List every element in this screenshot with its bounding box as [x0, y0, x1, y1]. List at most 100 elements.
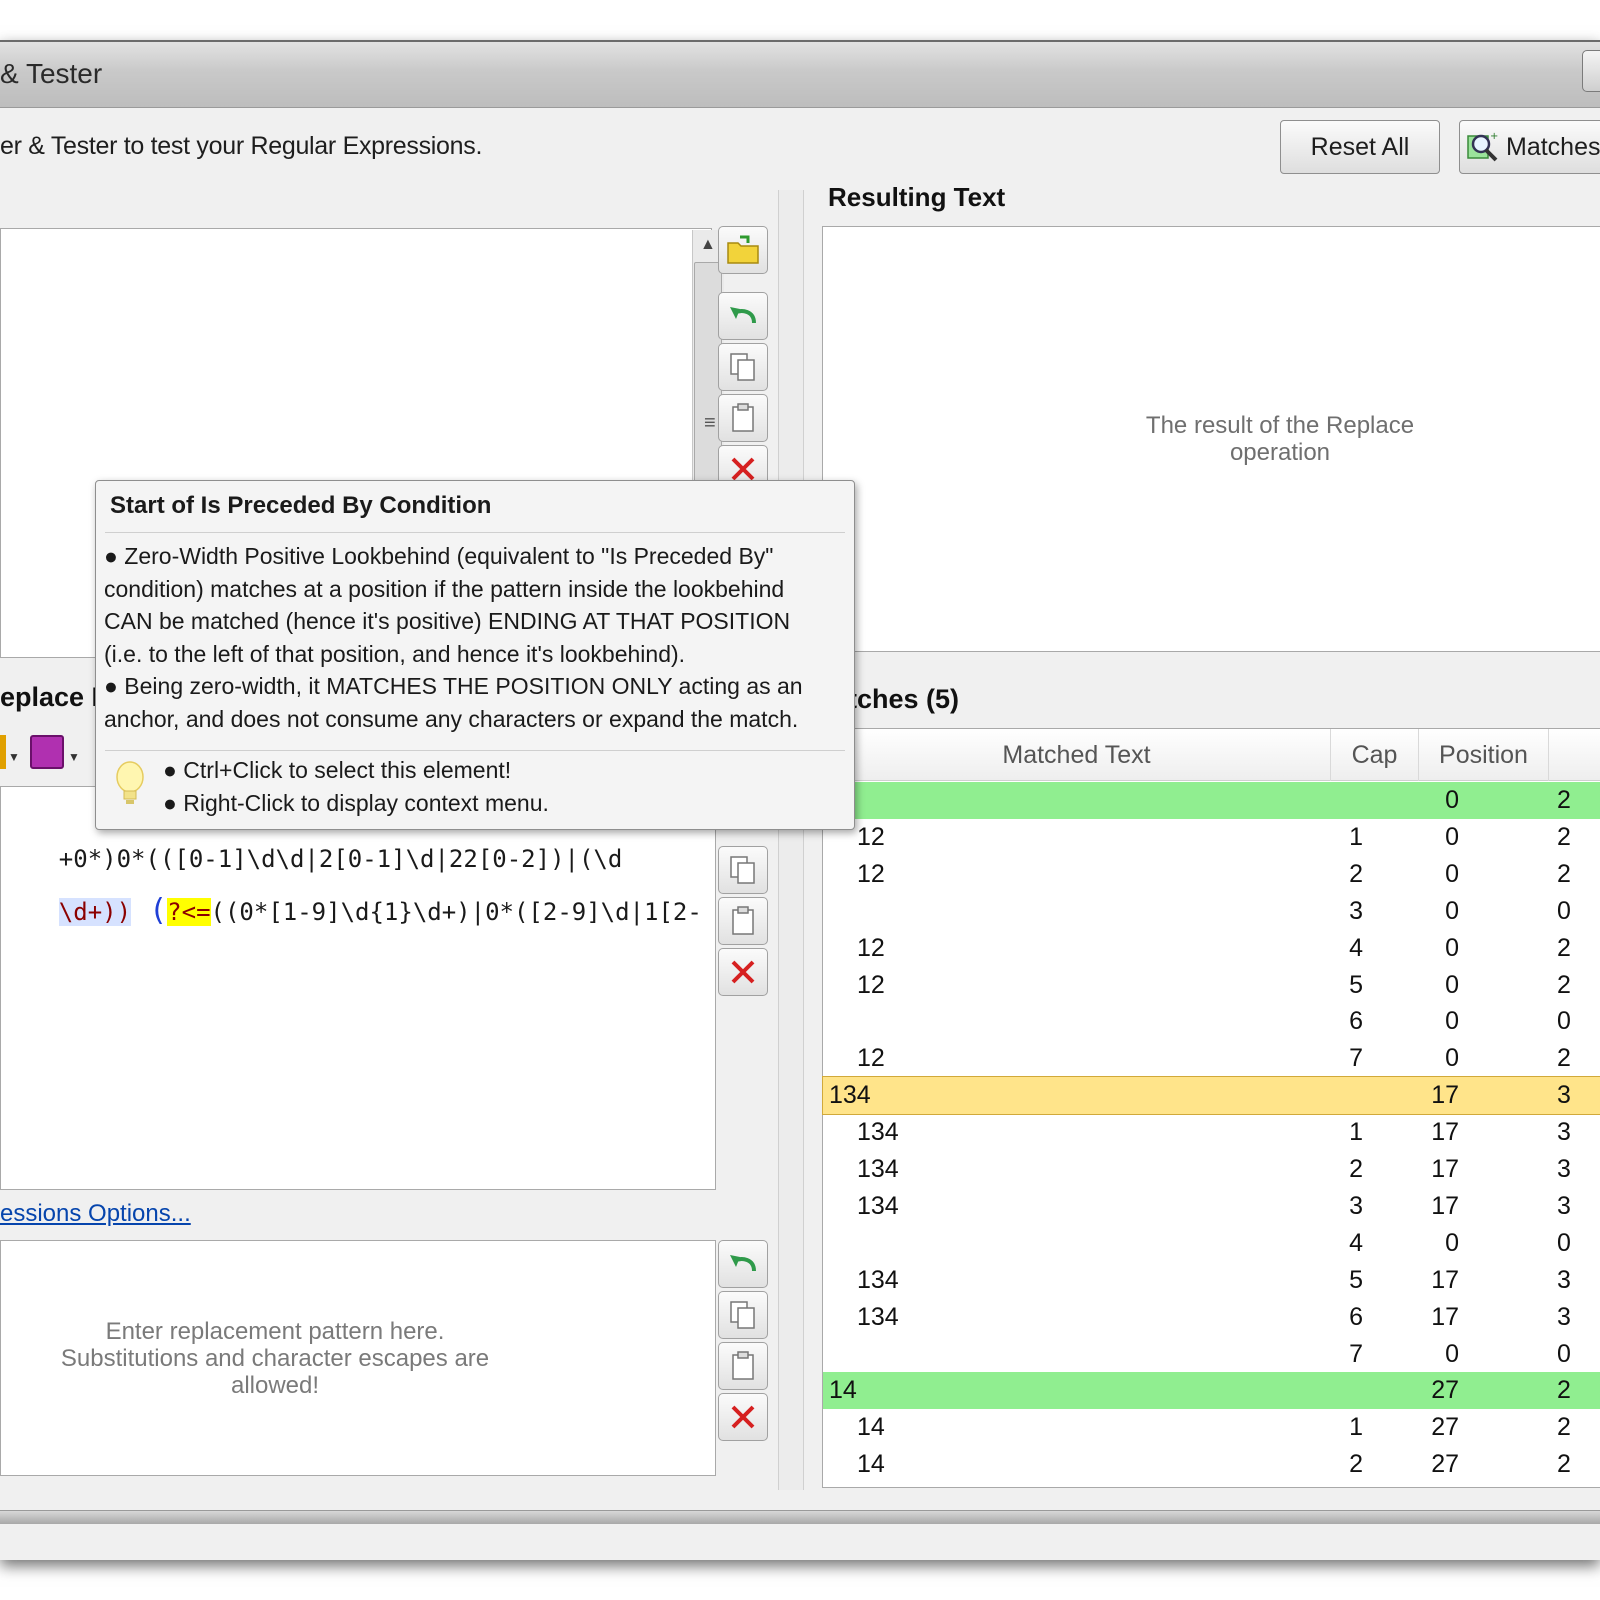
table-row[interactable]: 14 1 27 2	[823, 1409, 1600, 1446]
reset-all-button[interactable]: Reset All	[1280, 120, 1440, 174]
tooltip-tip: ● Right-Click to display context menu.	[163, 790, 549, 816]
matches-button[interactable]: + Matches	[1459, 120, 1600, 174]
cell-position: 0	[1445, 859, 1459, 888]
copy-icon	[730, 1301, 755, 1329]
cell-cap: 4	[1349, 1228, 1363, 1257]
copy-button[interactable]	[718, 343, 768, 391]
cell-length: 2	[1557, 1376, 1571, 1405]
replacement-undo-button[interactable]	[718, 1240, 768, 1288]
replacement-copy-button[interactable]	[718, 1291, 768, 1339]
undo-icon	[730, 1255, 756, 1272]
resulting-text-placeholder: The result of the Replace operation	[1145, 412, 1415, 466]
cell-matched-text: 14	[829, 1376, 857, 1405]
table-row[interactable]: 134 2 17 3	[823, 1151, 1600, 1188]
table-row[interactable]: 134 6 17 3	[823, 1299, 1600, 1336]
col-position[interactable]: Position	[1419, 729, 1549, 781]
window-control-button[interactable]	[1582, 50, 1600, 92]
regex-paste-button[interactable]	[718, 897, 768, 945]
open-file-button[interactable]	[718, 226, 768, 274]
undo-icon	[730, 307, 756, 324]
insert-element-icon[interactable]	[30, 735, 64, 769]
scroll-up-arrow-icon[interactable]: ▲	[700, 236, 716, 254]
regex-copy-button[interactable]	[718, 846, 768, 894]
table-row[interactable]: 12 5 0 2	[823, 967, 1600, 1004]
copy-icon	[730, 856, 755, 884]
table-row[interactable]: 134 17 3	[822, 1076, 1600, 1116]
magnifier-icon: +	[1467, 131, 1498, 162]
table-row[interactable]: 6 0 0	[823, 1003, 1600, 1040]
replacement-paste-button[interactable]	[718, 1342, 768, 1390]
tooltip-line: condition) matches at a position if the …	[104, 575, 785, 602]
cell-length: 2	[1557, 786, 1571, 814]
table-row[interactable]: 12 1 0 2	[823, 819, 1600, 856]
table-row[interactable]: 4 0 0	[823, 1225, 1600, 1262]
replacement-clear-button[interactable]	[718, 1393, 768, 1441]
lookbehind-token[interactable]: ?<=	[167, 898, 211, 926]
cell-length: 3	[1557, 1118, 1571, 1147]
cell-length: 2	[1557, 1044, 1571, 1073]
clipboard-icon	[732, 906, 754, 935]
table-row[interactable]: 14 2 27 2	[823, 1446, 1600, 1483]
cell-length: 3	[1557, 1265, 1571, 1294]
cell-length: 3	[1557, 1155, 1571, 1183]
cell-matched-text: 134	[829, 1081, 871, 1110]
cell-cap: 6	[1349, 1007, 1363, 1036]
cell-position: 0	[1445, 970, 1459, 999]
regex-options-link[interactable]: essions Options...	[0, 1200, 191, 1228]
table-row[interactable]: 134 3 17 3	[823, 1188, 1600, 1225]
table-row[interactable]: 02	[823, 782, 1600, 819]
cell-matched-text: 134	[857, 1155, 899, 1183]
col-cap[interactable]: Cap	[1331, 729, 1419, 781]
cell-length: 0	[1557, 1007, 1571, 1036]
cell-matched-text: 12	[857, 859, 885, 888]
regex-clear-button[interactable]	[718, 948, 768, 996]
toolbar-icon-partial[interactable]	[0, 735, 6, 769]
dropdown-arrow-icon[interactable]: ▼	[68, 750, 80, 764]
dropdown-arrow-icon[interactable]: ▼	[8, 750, 20, 764]
cell-length: 0	[1557, 896, 1571, 925]
replacement-placeholder: Enter replacement pattern here. Substitu…	[60, 1318, 490, 1399]
panel-splitter[interactable]	[778, 190, 804, 1490]
cell-position: 0	[1445, 1007, 1459, 1036]
table-row[interactable]: 12 2 0 2	[823, 856, 1600, 893]
table-row[interactable]: 12 7 0 2	[823, 1040, 1600, 1077]
paste-button[interactable]	[718, 394, 768, 442]
table-row[interactable]: 134 1 17 3	[823, 1114, 1600, 1151]
table-row[interactable]: 14 27 2	[823, 1372, 1600, 1410]
cell-position: 0	[1445, 1339, 1459, 1368]
table-row[interactable]: 134 5 17 3	[823, 1262, 1600, 1299]
cell-length: 0	[1557, 1228, 1571, 1257]
window-bottom-edge	[0, 1510, 1600, 1524]
cell-matched-text: 12	[857, 933, 885, 962]
table-row[interactable]: 12 4 0 2	[823, 930, 1600, 967]
undo-button[interactable]	[718, 292, 768, 340]
cell-length: 2	[1557, 1450, 1571, 1479]
description-text: er & Tester to test your Regular Express…	[0, 132, 483, 160]
col-matched-text[interactable]: Matched Text	[823, 729, 1331, 781]
cell-matched-text: 14	[857, 1413, 885, 1442]
tooltip-divider	[105, 750, 845, 751]
cell-length: 3	[1557, 1081, 1571, 1110]
cell-cap: 2	[1349, 859, 1363, 888]
cell-position: 0	[1445, 822, 1459, 851]
cell-length: 3	[1557, 1191, 1571, 1220]
delete-x-icon	[731, 960, 755, 984]
regex-editor[interactable]: +0*)0*(([0-1]\d\d|2[0-1]\d|22[0-2])|(\d …	[0, 786, 716, 1190]
col-length[interactable]	[1549, 729, 1600, 781]
cell-length: 0	[1557, 1339, 1571, 1368]
cell-position: 17	[1431, 1191, 1459, 1220]
cell-length: 2	[1557, 933, 1571, 962]
matches-panel-header: tches (5)	[848, 684, 960, 714]
svg-text:+: +	[1490, 131, 1498, 142]
cell-matched-text: 12	[857, 1044, 885, 1073]
reset-all-label: Reset All	[1310, 132, 1410, 161]
table-row[interactable]: 7 0 0	[823, 1336, 1600, 1373]
cell-matched-text: 12	[857, 970, 885, 999]
cell-position: 27	[1431, 1376, 1459, 1405]
cell-position: 17	[1431, 1302, 1459, 1331]
tooltip-title: Start of Is Preceded By Condition	[110, 492, 492, 519]
cell-matched-text: 14	[857, 1450, 885, 1479]
table-row[interactable]: 3 0 0	[823, 893, 1600, 930]
cell-cap: 2	[1349, 1155, 1363, 1183]
cell-position: 0	[1445, 786, 1459, 814]
